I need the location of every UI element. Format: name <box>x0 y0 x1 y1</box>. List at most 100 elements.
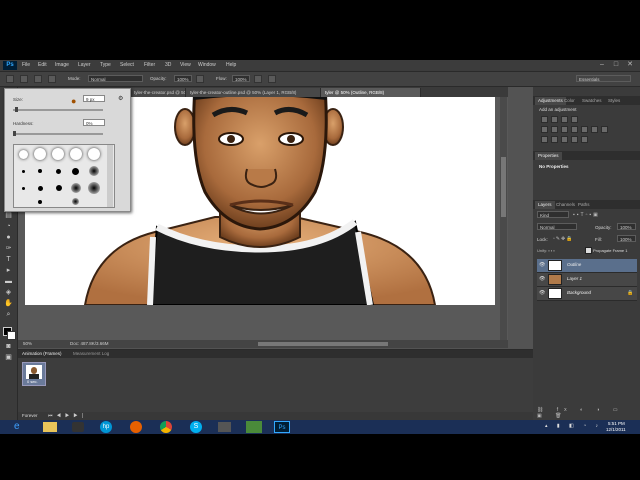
brush-preset[interactable] <box>70 148 82 160</box>
horizontal-scroll-thumb[interactable] <box>258 342 388 346</box>
hand-tool-icon[interactable]: ✋ <box>4 300 13 308</box>
menu-file[interactable]: File <box>22 62 30 68</box>
unify-icons[interactable]: Unify: ▪ ▪ ▪ <box>537 248 555 253</box>
frame-time[interactable]: 0 sec. <box>27 379 38 384</box>
brush-preset[interactable] <box>72 168 79 175</box>
menu-select[interactable]: Select <box>120 62 134 68</box>
zoom-level[interactable]: 50% <box>23 341 32 346</box>
hp-icon[interactable]: hp <box>100 421 112 433</box>
system-tray-icons[interactable]: ▴ ▮ ◧ ◔ ♪ <box>545 423 605 431</box>
brush-preset-icon[interactable] <box>20 75 28 83</box>
menu-layer[interactable]: Layer <box>78 62 91 68</box>
brush-preset[interactable] <box>72 198 79 205</box>
zoom-tool-icon[interactable]: ⌕ <box>4 311 13 319</box>
close-icon[interactable]: ✕ <box>624 61 636 69</box>
blend-mode-select[interactable]: Normal <box>537 223 577 230</box>
brush-preset[interactable] <box>52 148 64 160</box>
bw-adjust-icon[interactable] <box>571 126 578 133</box>
ie-icon[interactable]: e <box>14 421 28 433</box>
path-select-icon[interactable]: ▸ <box>4 267 13 275</box>
brush-preset[interactable] <box>71 183 81 193</box>
vertical-scroll-thumb[interactable] <box>501 157 506 217</box>
menu-image[interactable]: Image <box>55 62 69 68</box>
tab-layers[interactable]: Layers <box>535 201 555 209</box>
menu-view[interactable]: View <box>180 62 191 68</box>
threshold-icon[interactable] <box>561 136 568 143</box>
layer-filter-icons[interactable]: ▪▪T▫▪▣ <box>573 212 633 218</box>
layer-name[interactable]: Background <box>567 290 591 295</box>
pen-tool-icon[interactable]: ✑ <box>4 245 13 253</box>
brush-preset[interactable] <box>38 200 42 204</box>
visibility-eye-icon[interactable]: 👁 <box>539 276 545 282</box>
clock-time[interactable]: 5:51 PM <box>608 421 625 426</box>
visibility-eye-icon[interactable]: 👁 <box>539 262 545 268</box>
type-tool-icon[interactable]: T <box>4 256 13 264</box>
pressure-opacity-icon[interactable] <box>196 75 204 83</box>
airbrush-icon[interactable] <box>254 75 262 83</box>
levels-adjust-icon[interactable] <box>551 116 558 123</box>
visibility-eye-icon[interactable]: 👁 <box>539 290 545 296</box>
menu-edit[interactable]: Edit <box>38 62 47 68</box>
media-icon[interactable] <box>72 422 84 432</box>
hardness-slider-knob[interactable] <box>13 131 16 136</box>
layer-bottom-buttons[interactable]: ⛓ fx ◐ ◑ ▭ ▣ 🗑 <box>537 407 637 419</box>
doc-tab[interactable]: tyler-the-creator-outline.psd @ 50% (Lay… <box>186 88 321 97</box>
brush-preset[interactable] <box>22 170 25 173</box>
propagate-checkbox[interactable] <box>585 247 592 254</box>
size-field[interactable]: 9 px <box>83 95 105 102</box>
chrome-icon[interactable] <box>160 421 172 433</box>
tab-swatches[interactable]: Swatches <box>579 97 605 105</box>
app-icon[interactable] <box>218 422 231 432</box>
brush-preset[interactable] <box>56 169 61 174</box>
brush-preset[interactable] <box>19 150 28 159</box>
exposure-adjust-icon[interactable] <box>571 116 578 123</box>
brush-preset[interactable] <box>89 166 99 176</box>
3d-tool-icon[interactable]: ◈ <box>4 289 13 297</box>
mode-select[interactable]: Normal <box>88 75 143 82</box>
curves-adjust-icon[interactable] <box>561 116 568 123</box>
brush-preset[interactable] <box>56 185 62 191</box>
skype-icon[interactable]: S <box>190 421 202 433</box>
layer-row-outline[interactable]: 👁 Outline <box>537 259 637 273</box>
tab-paths[interactable]: Paths <box>575 201 593 209</box>
brush-panel-toggle-icon[interactable] <box>34 75 42 83</box>
photoshop-taskbar-icon[interactable]: Ps <box>274 421 290 433</box>
color-lookup-icon[interactable] <box>601 126 608 133</box>
menu-filter[interactable]: Filter <box>144 62 155 68</box>
explorer-icon[interactable] <box>43 422 57 432</box>
vibrance-adjust-icon[interactable] <box>541 126 548 133</box>
clone-source-icon[interactable] <box>48 75 56 83</box>
layer-row-background[interactable]: 👁 Background 🔒 <box>537 287 637 301</box>
opacity-field[interactable]: 100% <box>174 75 192 82</box>
menu-type[interactable]: Type <box>100 62 111 68</box>
playback-buttons[interactable]: ⏮◀▶▶| <box>48 413 87 419</box>
gradient-map-icon[interactable] <box>571 136 578 143</box>
brush-preset[interactable] <box>22 187 25 190</box>
menu-3d[interactable]: 3D <box>165 62 171 68</box>
brush-preset[interactable] <box>88 148 100 160</box>
selective-color-icon[interactable] <box>581 136 588 143</box>
channel-mixer-icon[interactable] <box>591 126 598 133</box>
minimize-icon[interactable]: – <box>596 61 608 69</box>
tab-animation-frames[interactable]: Animation (Frames) <box>22 351 62 356</box>
hardness-field[interactable]: 0% <box>83 119 105 126</box>
menu-window[interactable]: Window <box>198 62 216 68</box>
doc-tab[interactable]: tyler-the-creator.psd @ 50% (Outline, RG… <box>130 88 186 97</box>
doc-tab-active[interactable]: tyler @ 50% (Outline, RGB/8) <box>321 88 421 97</box>
loop-select[interactable]: Forever <box>22 413 38 418</box>
layer-name[interactable]: Outline <box>567 262 581 267</box>
lock-icons[interactable]: ▫✎✥🔒 <box>553 236 583 242</box>
workspace-select[interactable]: Essentials <box>576 75 631 82</box>
fill-field[interactable]: 100% <box>617 235 636 242</box>
brush-presets-grid[interactable] <box>13 144 115 208</box>
posterize-icon[interactable] <box>551 136 558 143</box>
presets-scrollbar[interactable] <box>107 145 113 207</box>
tab-styles[interactable]: Styles <box>605 97 623 105</box>
hue-adjust-icon[interactable] <box>551 126 558 133</box>
firefox-icon[interactable] <box>130 421 142 433</box>
size-slider[interactable] <box>13 109 103 111</box>
photo-filter-icon[interactable] <box>581 126 588 133</box>
brush-preset[interactable] <box>38 186 43 191</box>
brush-preset[interactable] <box>88 182 100 194</box>
tab-color[interactable]: Color <box>561 97 578 105</box>
